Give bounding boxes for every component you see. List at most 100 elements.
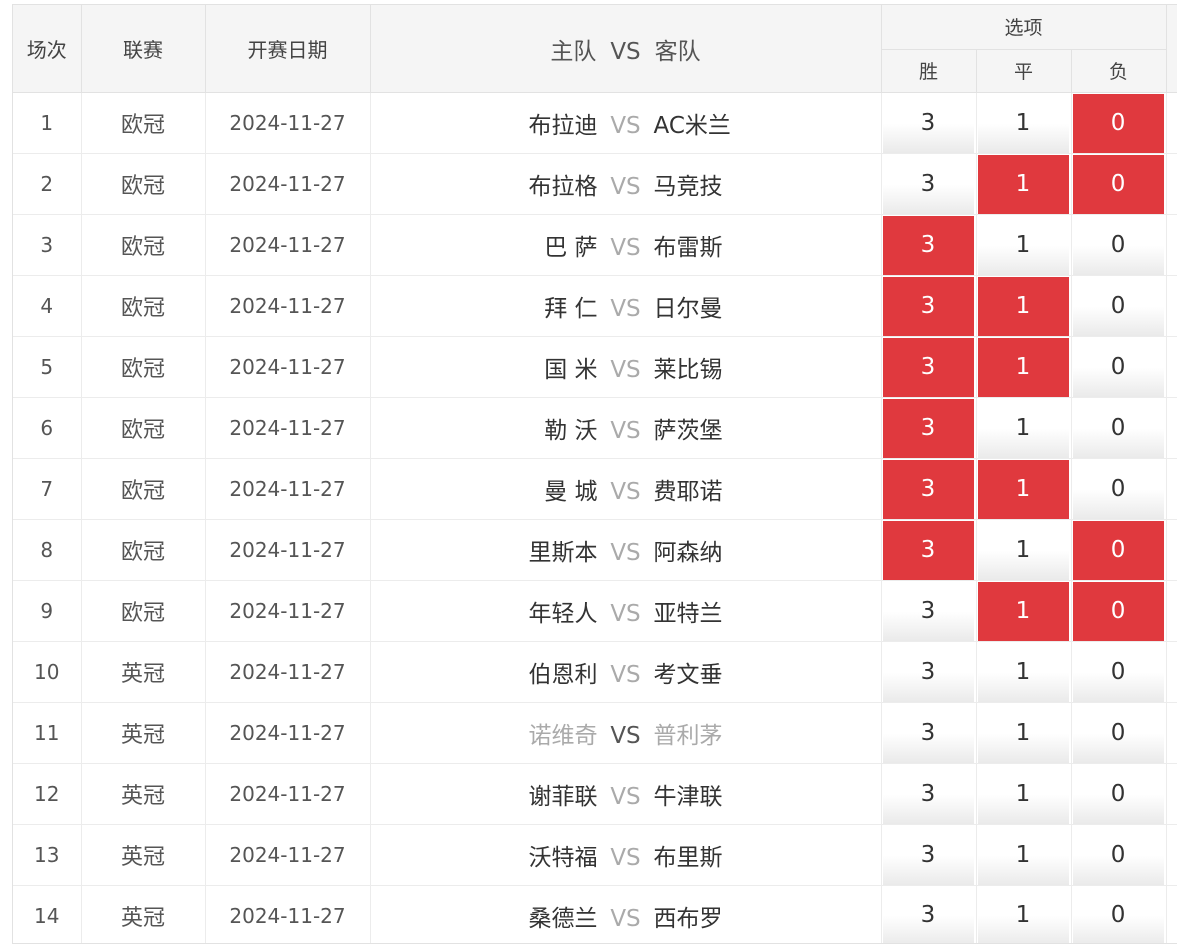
option-win-button[interactable]: 3 [882,581,974,641]
league-name: 欧冠 [81,153,206,215]
league-name: 欧冠 [81,214,206,276]
row-pad [1166,885,1177,943]
home-team: 桑德兰 [528,905,598,932]
vs-label: VS [610,113,641,139]
home-team: 勒 沃 [544,418,598,444]
option-lose-cell: 0 [1071,519,1167,581]
option-draw-cell: 1 [976,580,1072,642]
option-draw-button[interactable]: 1 [977,398,1069,458]
match-date: 2024-11-27 [205,458,371,520]
option-lose-button[interactable]: 0 [1072,642,1164,702]
option-win-button[interactable]: 3 [882,459,974,519]
header-home: 主队 [550,38,597,65]
header-options: 选项 [881,5,1167,50]
option-win-cell: 3 [881,519,977,581]
option-lose-button[interactable]: 0 [1072,581,1164,641]
option-win-button[interactable]: 3 [882,642,974,702]
option-draw-button[interactable]: 1 [977,825,1069,885]
option-draw-button[interactable]: 1 [977,154,1069,214]
option-win-button[interactable]: 3 [882,215,974,275]
option-draw-button[interactable]: 1 [977,764,1069,824]
option-win-button[interactable]: 3 [882,886,974,943]
option-lose-button[interactable]: 0 [1072,764,1164,824]
option-lose-button[interactable]: 0 [1072,459,1164,519]
option-win-button[interactable]: 3 [882,337,974,397]
row-pad [1166,214,1177,276]
option-draw-cell: 1 [976,763,1072,825]
option-lose-button[interactable]: 0 [1072,520,1164,580]
option-draw-cell: 1 [976,153,1072,215]
home-team: 布拉格 [528,174,598,200]
row-pad [1166,397,1177,459]
option-win-button[interactable]: 3 [882,276,974,336]
option-draw-button[interactable]: 1 [977,886,1069,943]
option-lose-cell: 0 [1071,702,1167,764]
option-win-cell: 3 [881,275,977,337]
away-team: 阿森纳 [653,540,723,566]
option-lose-cell: 0 [1071,275,1167,337]
match-teams: 沃特福 VS 布里斯 [370,824,882,886]
vs-label: VS [610,235,641,261]
option-draw-button[interactable]: 1 [977,581,1069,641]
match-teams: 国 米 VS 莱比锡 [370,336,882,398]
away-team: 普利茅 [653,723,723,749]
option-lose-button[interactable]: 0 [1072,886,1164,943]
option-win-button[interactable]: 3 [882,520,974,580]
option-draw-cell: 1 [976,702,1072,764]
option-win-button[interactable]: 3 [882,154,974,214]
match-number: 13 [13,824,82,886]
row-pad [1166,336,1177,398]
option-draw-button[interactable]: 1 [977,337,1069,397]
away-team: 牛津联 [653,784,723,810]
option-draw-button[interactable]: 1 [977,459,1069,519]
option-win-button[interactable]: 3 [882,93,974,153]
option-lose-cell: 0 [1071,580,1167,642]
option-draw-button[interactable]: 1 [977,520,1069,580]
vs-label: VS [610,479,641,505]
option-win-button[interactable]: 3 [882,703,974,763]
away-team: 亚特兰 [653,601,723,627]
option-draw-cell: 1 [976,275,1072,337]
option-lose-button[interactable]: 0 [1072,93,1164,153]
table-row: 6 欧冠 2024-11-27 勒 沃 VS 萨茨堡 3 1 0 [13,397,1177,459]
option-lose-button[interactable]: 0 [1072,154,1164,214]
row-pad [1166,641,1177,703]
vs-label: VS [610,296,641,322]
option-lose-button[interactable]: 0 [1072,398,1164,458]
option-draw-button[interactable]: 1 [977,642,1069,702]
match-teams: 拜 仁 VS 日尔曼 [370,275,882,337]
option-lose-button[interactable]: 0 [1072,703,1164,763]
option-win-button[interactable]: 3 [882,398,974,458]
vs-label: VS [610,174,641,200]
option-draw-button[interactable]: 1 [977,215,1069,275]
option-draw-button[interactable]: 1 [977,276,1069,336]
match-table: 场次 联赛 开赛日期 主队 VS 客队 选项 胜 平 负 1 欧冠 2024-11-27… [13,5,1177,943]
option-draw-cell: 1 [976,397,1072,459]
league-name: 欧冠 [81,275,206,337]
option-win-cell: 3 [881,214,977,276]
option-lose-button[interactable]: 0 [1072,825,1164,885]
option-draw-button[interactable]: 1 [977,703,1069,763]
match-date: 2024-11-27 [205,519,371,581]
away-team: 考文垂 [653,662,723,688]
league-name: 英冠 [81,641,206,703]
option-draw-button[interactable]: 1 [977,93,1069,153]
option-lose-button[interactable]: 0 [1072,337,1164,397]
vs-label: VS [610,357,641,383]
match-date: 2024-11-27 [205,580,371,642]
match-table-container: 场次 联赛 开赛日期 主队 VS 客队 选项 胜 平 负 1 欧冠 2024-11-27… [12,4,1177,944]
option-win-button[interactable]: 3 [882,764,974,824]
option-win-button[interactable]: 3 [882,825,974,885]
match-teams: 谢菲联 VS 牛津联 [370,763,882,825]
vs-label: VS [610,905,641,932]
match-number: 11 [13,702,82,764]
row-pad [1166,702,1177,764]
option-lose-button[interactable]: 0 [1072,276,1164,336]
match-teams: 勒 沃 VS 萨茨堡 [370,397,882,459]
match-number: 6 [13,397,82,459]
header-win: 胜 [881,49,977,93]
match-teams: 诺维奇 VS 普利茅 [370,702,882,764]
match-number: 4 [13,275,82,337]
match-date: 2024-11-27 [205,702,371,764]
option-lose-button[interactable]: 0 [1072,215,1164,275]
